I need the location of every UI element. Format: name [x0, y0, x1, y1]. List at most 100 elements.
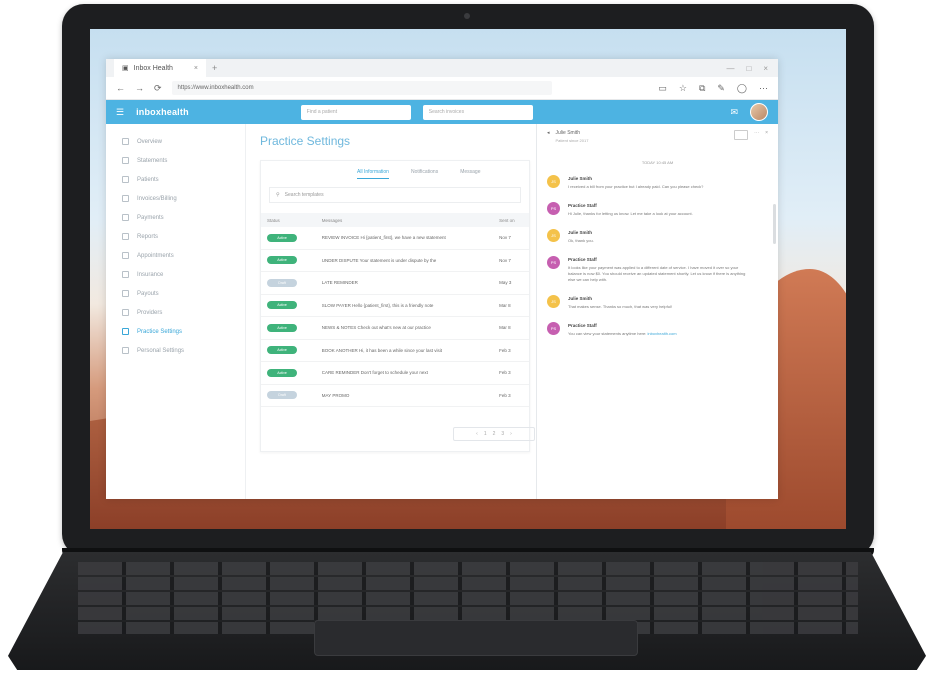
sidebar-item-providers[interactable]: Providers — [106, 303, 245, 322]
chat-panel: ◂ Julie Smith Patient since 2017 ⋯ × TOD… — [536, 124, 778, 499]
sent-cell: Feb 3 — [493, 384, 529, 407]
message-cell: CARE REMINDER Don't forget to schedule y… — [315, 361, 494, 385]
table-row[interactable]: Active NEWS & NOTES Check out what's new … — [261, 316, 529, 340]
sidebar-item-label: Payments — [137, 214, 164, 221]
share-icon[interactable]: ◯ — [737, 83, 747, 94]
table-row[interactable]: Active SLOW PAYER Hello {patient_first}, … — [261, 294, 529, 317]
message-text: I received a bill from your practice but… — [568, 184, 748, 190]
status-cell: Active — [261, 249, 316, 272]
table-row[interactable]: Active CARE REMINDER Don't forget to sche… — [261, 361, 529, 385]
user-avatar[interactable] — [750, 103, 768, 121]
collections-icon[interactable]: ⧉ — [699, 83, 705, 94]
sidebar-item-personal-settings[interactable]: Personal Settings — [106, 341, 245, 360]
pager-next-icon[interactable]: › — [510, 431, 512, 437]
sidebar-item-patients[interactable]: Patients — [106, 170, 245, 189]
more-menu-icon[interactable]: ⋯ — [759, 83, 768, 94]
page-title: Practice Settings — [260, 134, 351, 148]
sidebar-item-payments[interactable]: Payments — [106, 208, 245, 227]
tab-title: Inbox Health — [133, 64, 173, 72]
column-header-sent[interactable]: Sent on — [493, 213, 529, 227]
mail-icon[interactable]: ✉ — [730, 107, 738, 118]
sidebar-item-label: Overview — [137, 138, 163, 145]
table-row[interactable]: Active REVIEW INVOICE Hi {patient_first},… — [261, 227, 529, 250]
message-avatar: PS — [547, 322, 560, 335]
header-right: ✉ — [730, 103, 768, 121]
tab-close-icon[interactable]: × — [194, 65, 198, 72]
column-header-messages[interactable]: Messages — [315, 213, 494, 227]
sidebar-item-insurance[interactable]: Insurance — [106, 265, 245, 284]
nav-icon — [122, 157, 129, 164]
pager-page-2[interactable]: 2 — [493, 431, 496, 437]
pager-prev-icon[interactable]: ‹ — [476, 431, 478, 437]
sidebar-item-statements[interactable]: Statements — [106, 151, 245, 170]
new-tab-button[interactable]: + — [212, 63, 217, 73]
chat-more-icon[interactable]: ⋯ — [754, 130, 759, 140]
refresh-icon[interactable]: ⟳ — [154, 83, 162, 94]
status-cell: Draft — [261, 384, 316, 407]
brand-logo[interactable]: inboxhealth — [136, 107, 189, 117]
nav-icon — [122, 233, 129, 240]
tab-message[interactable]: Message — [460, 169, 480, 179]
tab-notifications[interactable]: Notifications — [411, 169, 438, 179]
minimize-icon[interactable]: — — [726, 64, 734, 73]
message-body: Practice Staff It looks like your payment… — [568, 256, 748, 283]
nav-icon — [122, 347, 129, 354]
camera-dot — [464, 13, 470, 19]
window-controls: — □ × — [726, 64, 778, 73]
invoice-search-input[interactable]: Search invoices — [422, 104, 533, 120]
message-text: Hi Julie, thanks for letting us know. Le… — [568, 211, 748, 217]
sidebar-item-label: Statements — [137, 157, 168, 164]
template-search-input[interactable]: ⚲ Search templates — [269, 187, 521, 203]
pager-page-1[interactable]: 1 — [484, 431, 487, 437]
message-cell: REVIEW INVOICE Hi {patient_first}, we ha… — [315, 227, 494, 250]
chat-message: JS Julie Smith Ok, thank you. — [547, 229, 768, 244]
chat-close-icon[interactable]: × — [765, 130, 768, 140]
address-bar[interactable]: https://www.inboxhealth.com — [171, 81, 552, 95]
back-icon[interactable]: ← — [116, 83, 125, 93]
message-sender: Julie Smith — [568, 230, 593, 235]
pagination: ‹ 1 2 3 › — [453, 427, 535, 441]
chat-contact-subtitle: Patient since 2017 — [555, 138, 589, 143]
maximize-icon[interactable]: □ — [746, 64, 751, 73]
chat-scrollbar[interactable] — [773, 204, 776, 244]
laptop-lid: ▣ Inbox Health × + — □ × ← → ⟳ https://w… — [62, 4, 874, 556]
message-sender: Julie Smith — [568, 176, 593, 181]
message-body: Practice Staff You can view your statemen… — [568, 322, 748, 337]
favorite-star-icon[interactable]: ☆ — [679, 83, 687, 94]
sidebar-item-practice-settings[interactable]: Practice Settings — [106, 322, 245, 341]
nav-icon — [122, 176, 129, 183]
message-link[interactable]: inboxhealth.com — [647, 331, 676, 336]
table-row[interactable]: Active BOOK ANOTHER Hi, it has been a whi… — [261, 339, 529, 362]
table-row[interactable]: Active UNDER DISPUTE Your statement is un… — [261, 249, 529, 272]
browser-window: ▣ Inbox Health × + — □ × ← → ⟳ https://w… — [106, 59, 778, 499]
chat-window-icon[interactable] — [734, 130, 749, 140]
browser-tools: ▭ ☆ ⧉ ✎ ◯ ⋯ — [658, 83, 768, 94]
sidebar-item-appointments[interactable]: Appointments — [106, 246, 245, 265]
close-window-icon[interactable]: × — [763, 64, 768, 73]
notes-icon[interactable]: ✎ — [717, 83, 725, 94]
status-cell: Active — [261, 361, 316, 385]
table-row[interactable]: Draft LATE REMINDER May 3 — [261, 271, 529, 295]
browser-tab[interactable]: ▣ Inbox Health × — [114, 59, 206, 77]
pager-page-3[interactable]: 3 — [501, 431, 504, 437]
message-sender: Practice Staff — [568, 203, 597, 208]
column-header-status[interactable]: Status — [261, 213, 316, 227]
laptop-screen: ▣ Inbox Health × + — □ × ← → ⟳ https://w… — [90, 29, 846, 529]
sent-cell: Nov 7 — [493, 227, 529, 250]
sidebar-item-reports[interactable]: Reports — [106, 227, 245, 246]
sidebar-item-payouts[interactable]: Payouts — [106, 284, 245, 303]
reading-view-icon[interactable]: ▭ — [658, 83, 667, 94]
status-badge: Draft — [267, 391, 297, 400]
patient-search-input[interactable]: Find a patient — [300, 104, 411, 120]
collapse-chat-icon[interactable]: ◂ — [547, 130, 550, 136]
hamburger-menu-icon[interactable]: ☰ — [116, 107, 124, 118]
sidebar-item-invoices-billing[interactable]: Invoices/Billing — [106, 189, 245, 208]
message-avatar: PS — [547, 202, 560, 215]
sidebar: Overview Statements Patients Invoices/Billi… — [106, 124, 246, 499]
templates-table: Status Messages Sent on Active REVIEW INV… — [261, 213, 529, 407]
sidebar-item-overview[interactable]: Overview — [106, 132, 245, 151]
tab-all-information[interactable]: All Information — [357, 169, 389, 179]
sidebar-item-label: Patients — [137, 176, 159, 183]
table-row[interactable]: Draft MAY PROMO Feb 3 — [261, 384, 529, 407]
forward-icon[interactable]: → — [135, 83, 144, 93]
